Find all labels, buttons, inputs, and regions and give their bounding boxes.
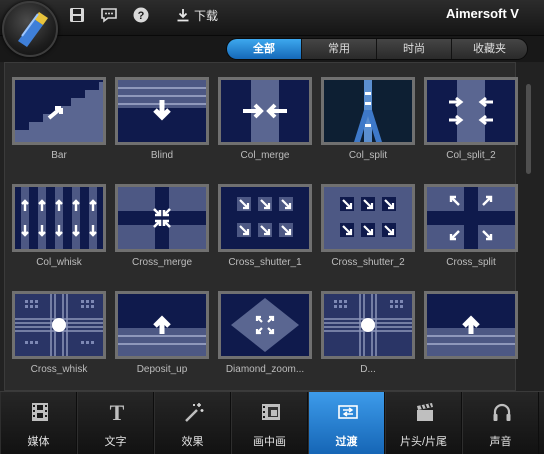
thumbnail-cross-shutter-1 xyxy=(218,184,312,252)
transition-tile-diamond-zoom[interactable]: Diamond_zoom... xyxy=(218,291,312,375)
transition-tile-deposit-up[interactable]: Deposit_up xyxy=(115,291,209,375)
nav-media[interactable]: 媒体 xyxy=(0,392,77,454)
thumbnail-col-split-2 xyxy=(424,77,518,145)
bottom-navigation: 媒体 T 文字 效果 画中画 过渡 片头/片尾 声音 xyxy=(0,391,544,454)
tab-favorites[interactable]: 收藏夹 xyxy=(452,39,527,59)
thumbnail-blind xyxy=(115,77,209,145)
transition-icon xyxy=(338,405,358,419)
nav-label: 声音 xyxy=(489,436,512,448)
thumbnail-cross-whisk xyxy=(12,291,106,359)
logo-icon xyxy=(18,12,48,47)
nav-transitions[interactable]: 过渡 xyxy=(308,392,385,454)
thumbnail-cross-shutter-2 xyxy=(321,184,415,252)
app-logo[interactable] xyxy=(2,1,58,57)
transition-label: Blind xyxy=(150,150,174,161)
transition-label: Cross_whisk xyxy=(30,364,88,375)
text-t-icon: T xyxy=(110,401,125,423)
top-toolbar: ? 下载 Aimersoft V xyxy=(0,0,544,36)
transition-tile-bar[interactable]: Bar xyxy=(12,77,106,161)
transition-tile-col-split[interactable]: Col_split xyxy=(321,77,415,161)
transition-grid: Bar Blind Col_merge Col_split Col_split_… xyxy=(4,62,518,391)
nav-intro-outro[interactable]: 片头/片尾 xyxy=(385,392,462,454)
magic-wand-icon xyxy=(185,403,204,422)
tab-common[interactable]: 常用 xyxy=(302,39,377,59)
filter-tabs: 全部 常用 时尚 收藏夹 xyxy=(226,38,528,60)
thumbnail-col-whisk xyxy=(12,184,106,252)
transition-label: Col_whisk xyxy=(36,257,82,268)
tab-all[interactable]: 全部 xyxy=(227,39,302,59)
svg-text:?: ? xyxy=(138,10,145,22)
nav-effects[interactable]: 效果 xyxy=(154,392,231,454)
thumbnail-cross-split xyxy=(424,184,518,252)
vertical-scrollbar[interactable] xyxy=(522,66,536,387)
transition-tile-cross-merge[interactable]: Cross_merge xyxy=(115,184,209,268)
picture-in-picture-icon xyxy=(262,404,280,420)
transition-label: Cross_split xyxy=(446,257,496,268)
svg-text:T: T xyxy=(110,401,125,423)
tab-fashion[interactable]: 时尚 xyxy=(377,39,452,59)
transition-label: D... xyxy=(360,364,376,375)
transition-label: Col_split xyxy=(348,150,388,161)
filter-bar: 全部 常用 时尚 收藏夹 xyxy=(0,36,544,62)
transition-tile-col-merge[interactable]: Col_merge xyxy=(218,77,312,161)
nav-text[interactable]: T 文字 xyxy=(77,392,154,454)
thumbnail-col-merge xyxy=(218,77,312,145)
nav-label: 媒体 xyxy=(27,436,50,448)
scroll-thumb[interactable] xyxy=(526,84,531,174)
transition-label: Bar xyxy=(51,150,67,161)
transition-label: Col_split_2 xyxy=(446,150,496,161)
thumbnail-diamond-zoom xyxy=(218,291,312,359)
transition-library: Bar Blind Col_merge Col_split Col_split_… xyxy=(0,62,544,391)
transition-tile-blind[interactable]: Blind xyxy=(115,77,209,161)
transition-tile-col-whisk[interactable]: Col_whisk xyxy=(12,184,106,268)
nav-label: 画中画 xyxy=(253,436,286,448)
clapperboard-icon xyxy=(417,403,433,421)
transition-label: Col_merge xyxy=(240,150,290,161)
thumbnail-bar xyxy=(12,77,106,145)
transition-tile-col-split-2[interactable]: Col_split_2 xyxy=(424,77,518,161)
nav-pip[interactable]: 画中画 xyxy=(231,392,308,454)
download-button[interactable]: 下载 xyxy=(176,6,218,24)
nav-label: 片头/片尾 xyxy=(399,436,448,448)
chat-icon[interactable] xyxy=(100,6,118,24)
save-icon[interactable] xyxy=(68,6,86,24)
transition-tile-deposit[interactable] xyxy=(424,291,518,364)
thumbnail-deposit xyxy=(424,291,518,359)
nav-audio[interactable]: 声音 xyxy=(462,392,539,454)
nav-label: 效果 xyxy=(181,436,204,448)
transition-tile-cross-shutter-1[interactable]: Cross_shutter_1 xyxy=(218,184,312,268)
transition-label: Cross_merge xyxy=(131,257,193,268)
transition-tile-cross-shutter-2[interactable]: Cross_shutter_2 xyxy=(321,184,415,268)
transition-label: Cross_shutter_2 xyxy=(331,257,405,268)
thumbnail-d xyxy=(321,291,415,359)
thumbnail-cross-merge xyxy=(115,184,209,252)
thumbnail-deposit-up xyxy=(115,291,209,359)
transition-label: Cross_shutter_1 xyxy=(228,257,302,268)
download-icon xyxy=(177,9,189,22)
download-label: 下载 xyxy=(194,8,219,23)
transition-tile-cross-split[interactable]: Cross_split xyxy=(424,184,518,268)
transition-label: Diamond_zoom... xyxy=(225,364,305,375)
nav-label: 过渡 xyxy=(335,436,358,448)
nav-label: 文字 xyxy=(104,436,127,448)
film-strip-icon xyxy=(32,403,48,421)
headphones-icon xyxy=(493,403,511,421)
app-title: Aimersoft V xyxy=(446,6,519,21)
transition-tile-d[interactable]: D... xyxy=(321,291,415,375)
transition-label: Deposit_up xyxy=(136,364,188,375)
transition-tile-cross-whisk[interactable]: Cross_whisk xyxy=(12,291,106,375)
help-icon[interactable]: ? xyxy=(132,6,150,24)
thumbnail-col-split xyxy=(321,77,415,145)
